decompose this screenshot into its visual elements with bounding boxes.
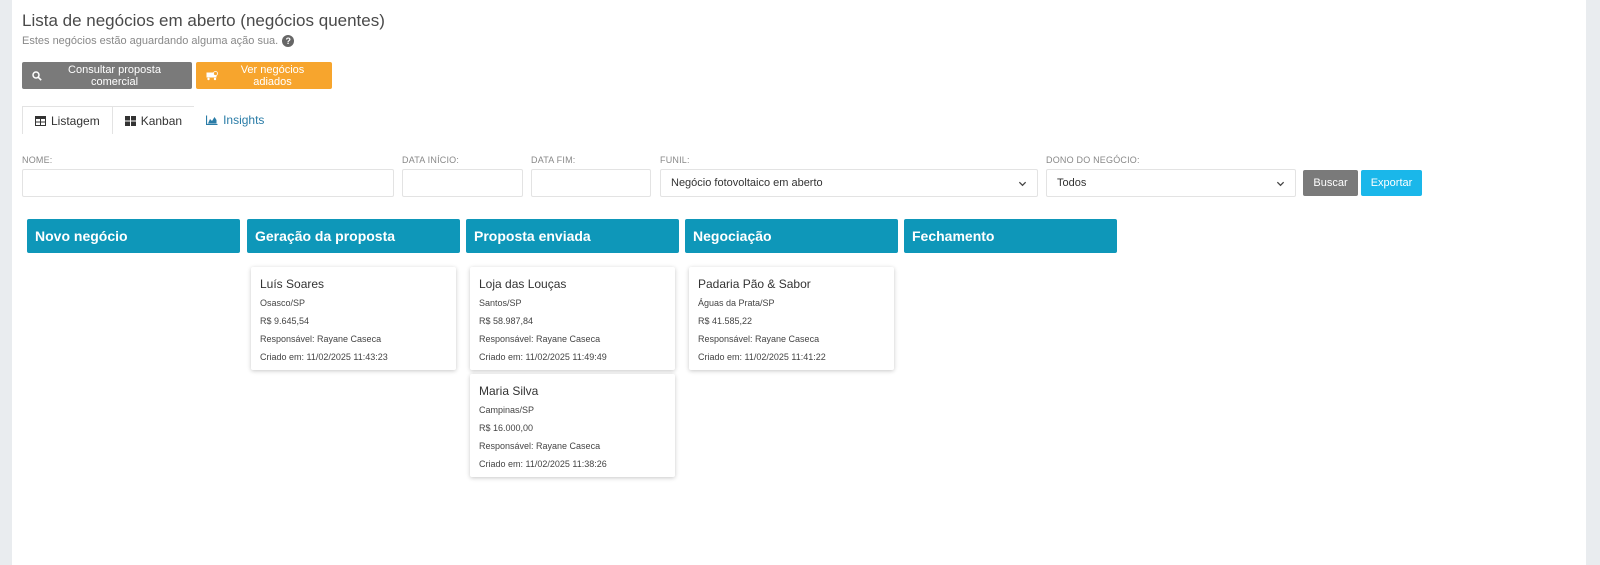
deal-card[interactable]: Loja das Louças Santos/SP R$ 58.987,84 R… bbox=[470, 267, 675, 370]
deal-owner: Responsável: Rayane Caseca bbox=[698, 334, 820, 344]
end-date-input[interactable] bbox=[531, 169, 651, 197]
consult-proposal-button[interactable]: Consultar proposta comercial bbox=[22, 62, 192, 89]
funnel-label: FUNIL: bbox=[660, 155, 690, 165]
start-date-label: DATA INÍCIO: bbox=[402, 155, 460, 165]
deal-owner: Responsável: Rayane Caseca bbox=[479, 441, 601, 451]
deal-created: Criado em: 11/02/2025 11:41:22 bbox=[698, 352, 826, 362]
deal-location: Águas da Prata/SP bbox=[698, 298, 775, 308]
truck-clock-icon bbox=[206, 70, 218, 80]
deal-value: R$ 9.645,54 bbox=[260, 316, 310, 326]
tab-listagem-label: Listagem bbox=[51, 113, 100, 128]
owner-selected-value: Todos bbox=[1057, 177, 1087, 189]
funnel-select[interactable]: Negócio fotovoltaico em aberto bbox=[660, 169, 1038, 197]
deal-location: Campinas/SP bbox=[479, 405, 535, 415]
start-date-input[interactable] bbox=[402, 169, 523, 197]
deal-name: Loja das Louças bbox=[479, 277, 567, 291]
deal-created: Criado em: 11/02/2025 11:49:49 bbox=[479, 352, 607, 362]
name-input[interactable] bbox=[22, 169, 394, 197]
chevron-down-icon bbox=[1276, 181, 1285, 186]
tab-kanban-label: Kanban bbox=[140, 113, 183, 128]
export-button[interactable]: Exportar bbox=[1361, 170, 1422, 196]
deal-name: Padaria Pão & Sabor bbox=[698, 277, 811, 291]
subtitle-text: Estes negócios estão aguardando alguma a… bbox=[22, 35, 279, 47]
owner-select[interactable]: Todos bbox=[1046, 169, 1296, 197]
kanban-icon bbox=[124, 115, 136, 126]
table-icon bbox=[35, 115, 46, 126]
deal-value: R$ 16.000,00 bbox=[479, 423, 534, 433]
column-header-fechamento: Fechamento bbox=[904, 219, 1117, 253]
funnel-selected-value: Negócio fotovoltaico em aberto bbox=[671, 177, 823, 189]
deal-name: Maria Silva bbox=[479, 384, 539, 398]
deal-location: Osasco/SP bbox=[260, 298, 306, 308]
deal-location: Santos/SP bbox=[479, 298, 522, 308]
column-header-proposta-enviada: Proposta enviada bbox=[466, 219, 679, 253]
view-postponed-label: Ver negócios adiados bbox=[240, 63, 305, 88]
deal-value: R$ 58.987,84 bbox=[479, 316, 534, 326]
end-date-label: DATA FIM: bbox=[531, 155, 576, 165]
search-icon bbox=[32, 70, 42, 81]
tab-insights[interactable]: Insights bbox=[194, 106, 277, 134]
page-title: Lista de negócios em aberto (negócios qu… bbox=[22, 11, 385, 30]
deal-owner: Responsável: Rayane Caseca bbox=[260, 334, 382, 344]
deal-card[interactable]: Maria Silva Campinas/SP R$ 16.000,00 Res… bbox=[470, 374, 675, 477]
chart-icon bbox=[206, 115, 218, 125]
column-header-novo-negocio: Novo negócio bbox=[27, 219, 240, 253]
tab-kanban[interactable]: Kanban bbox=[111, 106, 196, 134]
column-header-negociacao: Negociação bbox=[685, 219, 898, 253]
tab-listagem[interactable]: Listagem bbox=[22, 106, 113, 134]
tab-insights-label: Insights bbox=[223, 113, 265, 127]
search-button[interactable]: Buscar bbox=[1303, 170, 1358, 196]
name-filter-label: NOME: bbox=[22, 155, 53, 165]
deal-owner: Responsável: Rayane Caseca bbox=[479, 334, 601, 344]
page-subtitle: Estes negócios estão aguardando alguma a… bbox=[22, 35, 295, 47]
consult-proposal-label: Consultar proposta comercial bbox=[68, 63, 161, 88]
deal-card[interactable]: Padaria Pão & Sabor Águas da Prata/SP R$… bbox=[689, 267, 894, 370]
help-icon[interactable]: ? bbox=[282, 35, 295, 47]
deal-created: Criado em: 11/02/2025 11:43:23 bbox=[260, 352, 388, 362]
view-tabs: Listagem Kanban Insights bbox=[22, 106, 277, 134]
chevron-down-icon bbox=[1018, 181, 1027, 186]
column-header-geracao-proposta: Geração da proposta bbox=[247, 219, 460, 253]
deal-value: R$ 41.585,22 bbox=[698, 316, 753, 326]
main-panel: Lista de negócios em aberto (negócios qu… bbox=[12, 0, 1586, 565]
owner-label: DONO DO NEGÓCIO: bbox=[1046, 155, 1140, 165]
deal-created: Criado em: 11/02/2025 11:38:26 bbox=[479, 459, 607, 469]
deal-card[interactable]: Luís Soares Osasco/SP R$ 9.645,54 Respon… bbox=[251, 267, 456, 370]
deal-name: Luís Soares bbox=[260, 277, 325, 291]
view-postponed-button[interactable]: Ver negócios adiados bbox=[196, 62, 332, 89]
